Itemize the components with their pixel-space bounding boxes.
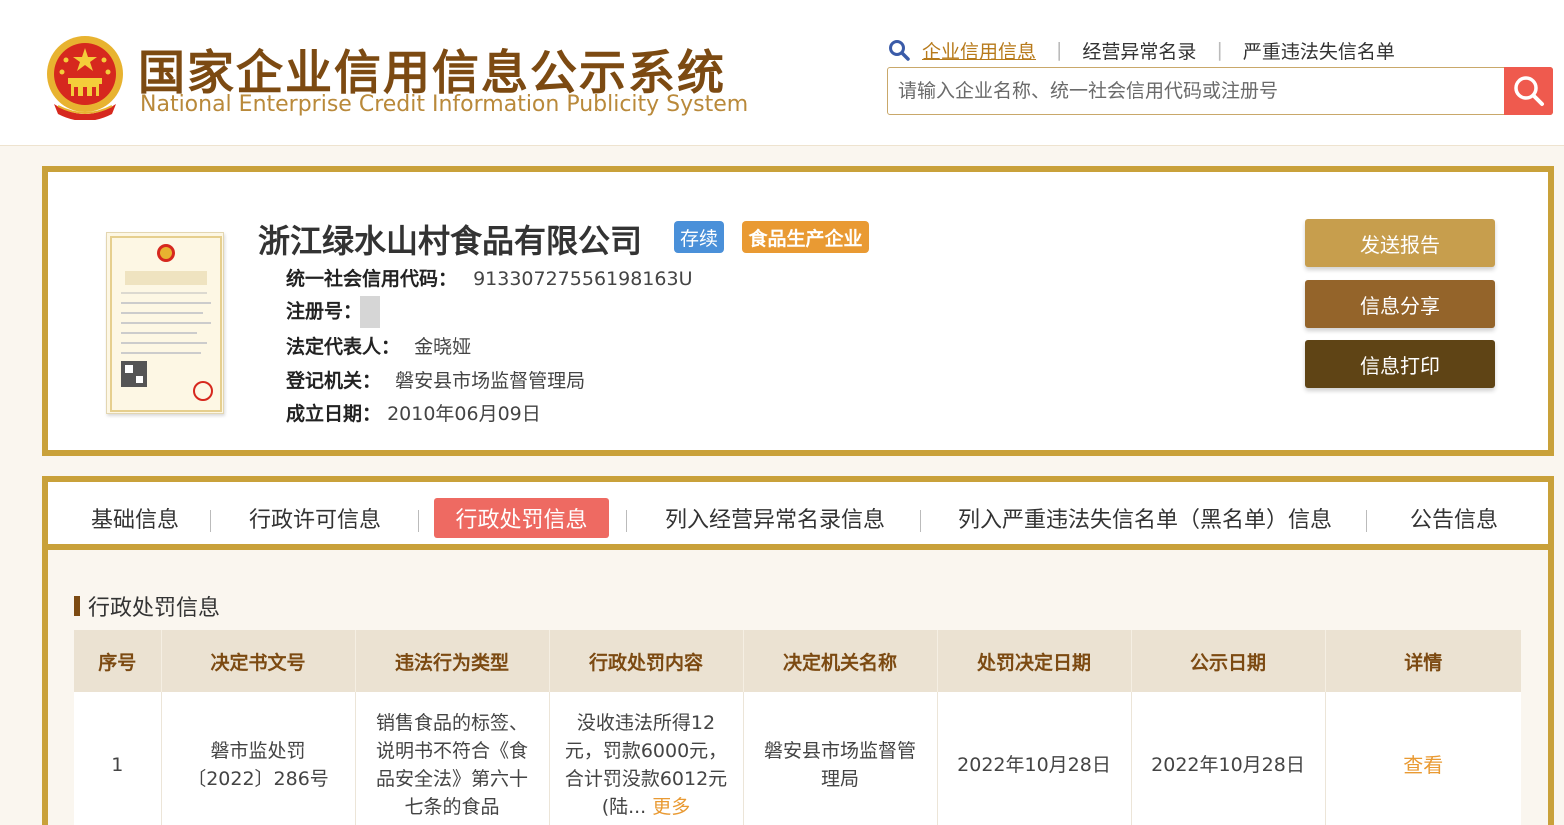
column-header-doc-no: 决定书文号 xyxy=(161,630,356,692)
national-emblem-icon xyxy=(47,36,123,120)
top-nav: 企业信用信息 | 经营异常名录 | 严重违法失信名单 xyxy=(888,37,1395,64)
cell-decision-date: 2022年10月28日 xyxy=(937,692,1132,825)
tab-serious-violation-blacklist[interactable]: 列入严重违法失信名单（黑名单）信息 xyxy=(950,498,1340,538)
business-license-icon[interactable] xyxy=(106,232,224,414)
registration-authority-row: 登记机关： 磐安县市场监督管理局 xyxy=(286,366,585,393)
column-header-decision-date: 处罚决定日期 xyxy=(937,630,1132,692)
registration-authority-label: 登记机关： xyxy=(286,370,382,392)
established-date-value: 2010年06月09日 xyxy=(387,403,541,425)
tab-basic-info[interactable]: 基础信息 xyxy=(70,498,200,538)
site-header: 国家企业信用信息公示系统 National Enterprise Credit … xyxy=(0,0,1564,146)
print-info-button[interactable]: 信息打印 xyxy=(1305,340,1495,388)
tab-separator xyxy=(418,510,419,532)
company-summary-card: 浙江绿水山村食品有限公司 存续 食品生产企业 统一社会信用代码： 9133072… xyxy=(42,166,1554,456)
enterprise-type-badge: 食品生产企业 xyxy=(742,221,869,253)
column-header-publish-date: 公示日期 xyxy=(1131,630,1326,692)
tab-separator xyxy=(626,510,627,532)
search-box xyxy=(887,67,1553,115)
tab-separator xyxy=(920,510,921,532)
search-button[interactable] xyxy=(1504,67,1553,115)
established-date-label: 成立日期： xyxy=(286,403,382,425)
section-title-text: 行政处罚信息 xyxy=(88,596,221,621)
penalty-content-text: 没收违法所得12元，罚款6000元，合计罚没款6012元(陆... xyxy=(564,712,728,818)
established-date-row: 成立日期： 2010年06月09日 xyxy=(286,399,541,426)
legal-representative-value: 金晓娅 xyxy=(414,336,472,358)
registration-number-label: 注册号： xyxy=(286,300,363,323)
tab-bar: 基础信息 行政许可信息 行政处罚信息 列入经营异常名录信息 列入严重违法失信名单… xyxy=(48,482,1548,550)
cell-detail: 查看 xyxy=(1325,692,1521,825)
nav-separator: | xyxy=(1216,39,1223,61)
legal-representative-row: 法定代表人： 金晓娅 xyxy=(286,332,471,359)
detail-panel: 基础信息 行政许可信息 行政处罚信息 列入经营异常名录信息 列入严重违法失信名单… xyxy=(42,476,1554,825)
tab-announcement[interactable]: 公告信息 xyxy=(1398,498,1510,538)
cell-publish-date: 2022年10月28日 xyxy=(1131,692,1326,825)
registration-number-value xyxy=(360,296,381,328)
cell-penalty-content: 没收违法所得12元，罚款6000元，合计罚没款6012元(陆... 更多 xyxy=(549,692,744,825)
search-input[interactable] xyxy=(888,68,1504,114)
column-header-penalty-content: 行政处罚内容 xyxy=(549,630,744,692)
tab-abnormal-operation[interactable]: 列入经营异常名录信息 xyxy=(654,498,896,538)
registration-number-row: 注册号： xyxy=(286,296,381,328)
cell-violation-type: 销售食品的标签、说明书不符合《食品安全法》第六十七条的食品 xyxy=(355,692,550,825)
search-icon xyxy=(1513,76,1544,106)
nav-abnormal-list[interactable]: 经营异常名录 xyxy=(1082,37,1196,64)
search-icon xyxy=(889,40,910,61)
table-header-row: 序号 决定书文号 违法行为类型 行政处罚内容 决定机关名称 处罚决定日期 公示日… xyxy=(74,630,1521,692)
tab-admin-license[interactable]: 行政许可信息 xyxy=(240,498,390,538)
column-header-detail: 详情 xyxy=(1325,630,1521,692)
cell-doc-no: 磐市监处罚〔2022〕286号 xyxy=(161,692,356,825)
send-report-button[interactable]: 发送报告 xyxy=(1305,219,1495,267)
nav-enterprise-credit[interactable]: 企业信用信息 xyxy=(922,37,1036,64)
penalty-table: 序号 决定书文号 违法行为类型 行政处罚内容 决定机关名称 处罚决定日期 公示日… xyxy=(74,630,1521,825)
tab-admin-penalty[interactable]: 行政处罚信息 xyxy=(434,498,609,538)
nav-serious-violation-list[interactable]: 严重违法失信名单 xyxy=(1243,37,1395,64)
section-title-marker xyxy=(74,596,80,616)
tab-separator xyxy=(210,510,211,532)
column-header-violation-type: 违法行为类型 xyxy=(355,630,550,692)
registration-authority-value: 磐安县市场监督管理局 xyxy=(395,370,586,392)
site-subtitle: National Enterprise Credit Information P… xyxy=(140,92,749,117)
credit-code-value: 91330727556198163U xyxy=(473,268,693,290)
status-badge: 存续 xyxy=(674,221,724,253)
column-header-index: 序号 xyxy=(74,630,162,692)
column-header-authority: 决定机关名称 xyxy=(743,630,938,692)
section-title: 行政处罚信息 xyxy=(74,590,220,622)
legal-representative-label: 法定代表人： xyxy=(286,336,401,358)
cell-index: 1 xyxy=(74,692,162,825)
cell-authority: 磐安县市场监督管理局 xyxy=(743,692,938,825)
credit-code-label: 统一社会信用代码： xyxy=(286,268,458,290)
more-link[interactable]: 更多 xyxy=(652,796,690,818)
tab-separator xyxy=(1366,510,1367,532)
view-detail-link[interactable]: 查看 xyxy=(1403,753,1443,777)
company-name: 浙江绿水山村食品有限公司 xyxy=(258,222,643,260)
table-row: 1 磐市监处罚〔2022〕286号 销售食品的标签、说明书不符合《食品安全法》第… xyxy=(74,692,1521,825)
share-info-button[interactable]: 信息分享 xyxy=(1305,280,1495,328)
credit-code-row: 统一社会信用代码： 91330727556198163U xyxy=(286,264,692,291)
nav-separator: | xyxy=(1056,39,1063,61)
